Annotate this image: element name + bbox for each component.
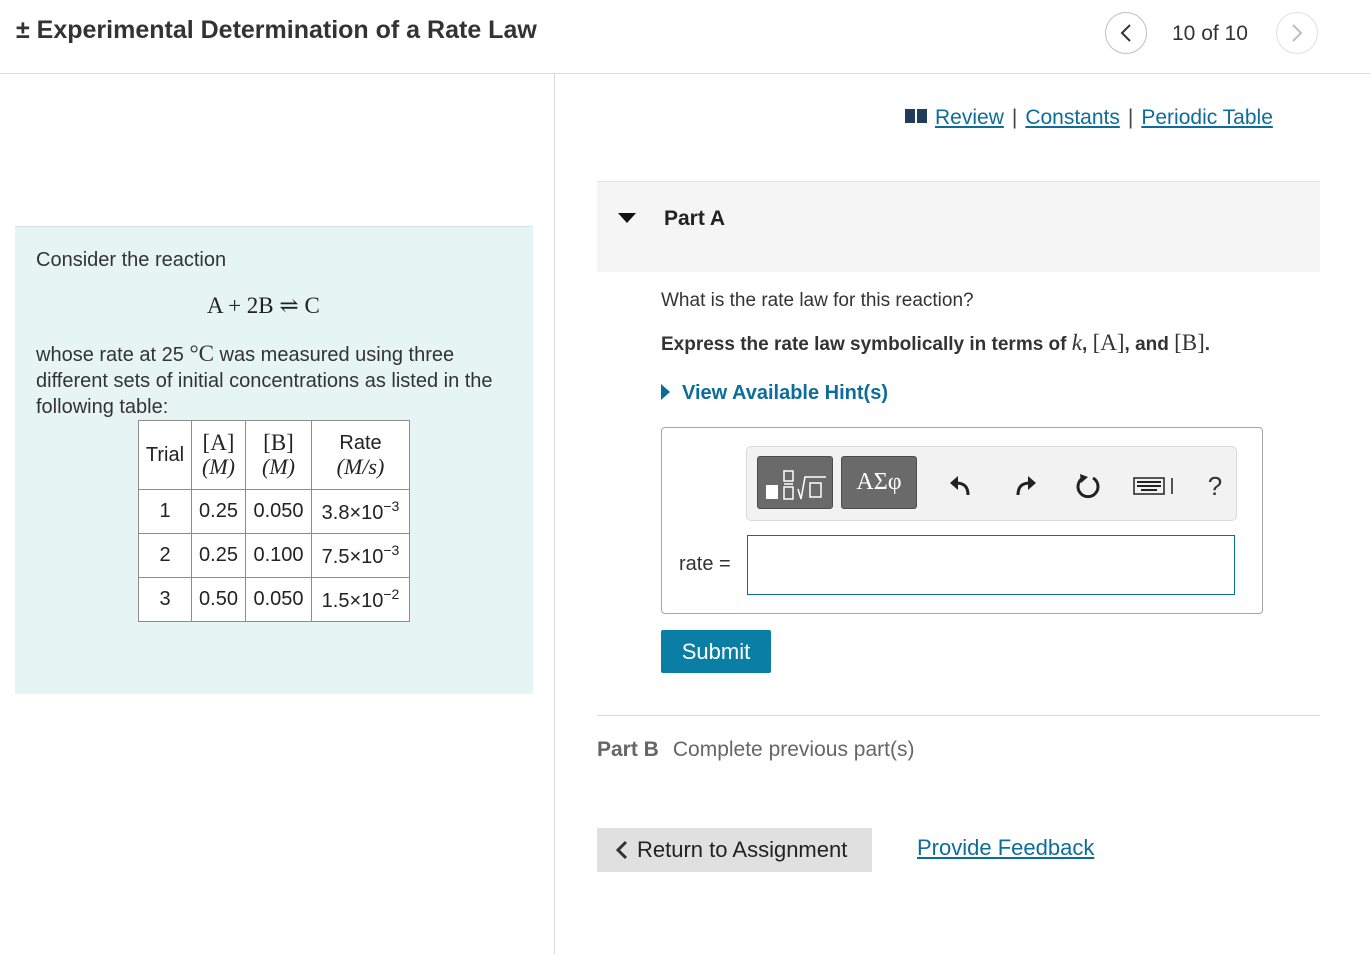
table-row: 1 0.25 0.050 3.8×10−3 [138,489,410,534]
reaction-reactants: A + 2B [207,293,274,318]
cell-rate: 1.5×10−2 [311,577,410,622]
problem-description: whose rate at 25 °C was measured using t… [36,341,526,420]
cell-trial: 2 [138,533,192,578]
part-a-header[interactable]: Part A [597,181,1320,272]
review-link[interactable]: Review [935,106,1004,129]
temperature-unit: °C [189,341,214,366]
question-text: What is the rate law for this reaction? [661,290,974,311]
collapse-caret-icon[interactable] [618,213,636,223]
reaction-equation: A + 2B ⇌ C [207,293,320,319]
answer-container: ΑΣφ ? rate = [661,427,1263,614]
problem-intro: Consider the reaction [36,249,227,271]
resource-links: Review | Constants | Periodic Table [905,106,1273,130]
cell-a: 0.25 [191,533,246,578]
var-b: [B] [1174,330,1205,355]
link-separator: | [1011,106,1018,129]
math-toolbar: ΑΣφ ? [746,446,1237,521]
submit-button[interactable]: Submit [661,630,771,673]
previous-item-button[interactable] [1105,12,1147,54]
reaction-product: C [304,293,320,318]
keyboard-icon[interactable] [1133,471,1177,501]
chevron-right-icon [1292,24,1303,42]
cell-b: 0.050 [245,577,312,622]
rate-law-input[interactable] [747,535,1235,595]
redo-icon[interactable] [1010,471,1040,501]
instruction-text: Express the rate law symbolically in ter… [661,330,1211,355]
table-row: 3 0.50 0.050 1.5×10−2 [138,577,410,622]
cell-a: 0.25 [191,489,246,534]
templates-button[interactable] [757,456,833,509]
view-hints-toggle[interactable]: View Available Hint(s) [661,382,888,405]
cell-trial: 1 [138,489,192,534]
cell-rate: 3.8×10−3 [311,489,410,534]
part-b-row: Part B Complete previous part(s) [597,738,914,762]
caret-right-icon [661,384,670,400]
book-icon [905,109,927,123]
help-button[interactable]: ? [1200,471,1230,501]
templates-icon [766,469,826,500]
page-title: ± Experimental Determination of a Rate L… [16,16,537,44]
part-a-title: Part A [664,207,726,230]
part-divider [597,715,1320,716]
part-b-label: Part B [597,738,659,761]
var-k: k [1071,330,1082,355]
undo-icon[interactable] [946,471,976,501]
table-header-row: Trial [A] (M) [B] (M) Rate (M/s) [138,420,410,490]
table-row: 2 0.25 0.100 7.5×10−3 [138,533,410,578]
rate-data-table: Trial [A] (M) [B] (M) Rate (M/s) 1 0.25 0.0… [138,420,410,622]
reset-icon[interactable] [1073,471,1103,501]
constants-link[interactable]: Constants [1025,106,1120,129]
hint-label: View Available Hint(s) [682,382,888,404]
problem-panel: Consider the reaction A + 2B ⇌ C whose r… [15,226,533,694]
header-rate: Rate (M/s) [311,420,410,490]
chevron-left-icon [615,840,628,860]
next-item-button[interactable] [1276,12,1318,54]
rate-input-label: rate = [679,553,731,575]
return-label: Return to Assignment [637,837,848,862]
greek-symbols-button[interactable]: ΑΣφ [841,456,917,509]
var-a: [A] [1092,330,1125,355]
equilibrium-arrow: ⇌ [279,293,299,318]
cell-rate: 7.5×10−3 [311,533,410,578]
link-separator: | [1127,106,1134,129]
part-b-status: Complete previous part(s) [672,738,915,761]
header-trial: Trial [138,420,192,490]
cell-trial: 3 [138,577,192,622]
return-to-assignment-button[interactable]: Return to Assignment [597,828,872,872]
chevron-left-icon [1120,24,1131,42]
cell-b: 0.050 [245,489,312,534]
header-b: [B] (M) [245,420,312,490]
header-a: [A] (M) [191,420,246,490]
item-counter: 10 of 10 [1172,22,1248,45]
header-bar: ± Experimental Determination of a Rate L… [0,0,1370,74]
provide-feedback-link[interactable]: Provide Feedback [917,835,1094,861]
pane-divider [554,74,555,954]
periodic-table-link[interactable]: Periodic Table [1141,106,1273,129]
description-pre: whose rate at 25 [36,344,190,366]
cell-b: 0.100 [245,533,312,578]
cell-a: 0.50 [191,577,246,622]
